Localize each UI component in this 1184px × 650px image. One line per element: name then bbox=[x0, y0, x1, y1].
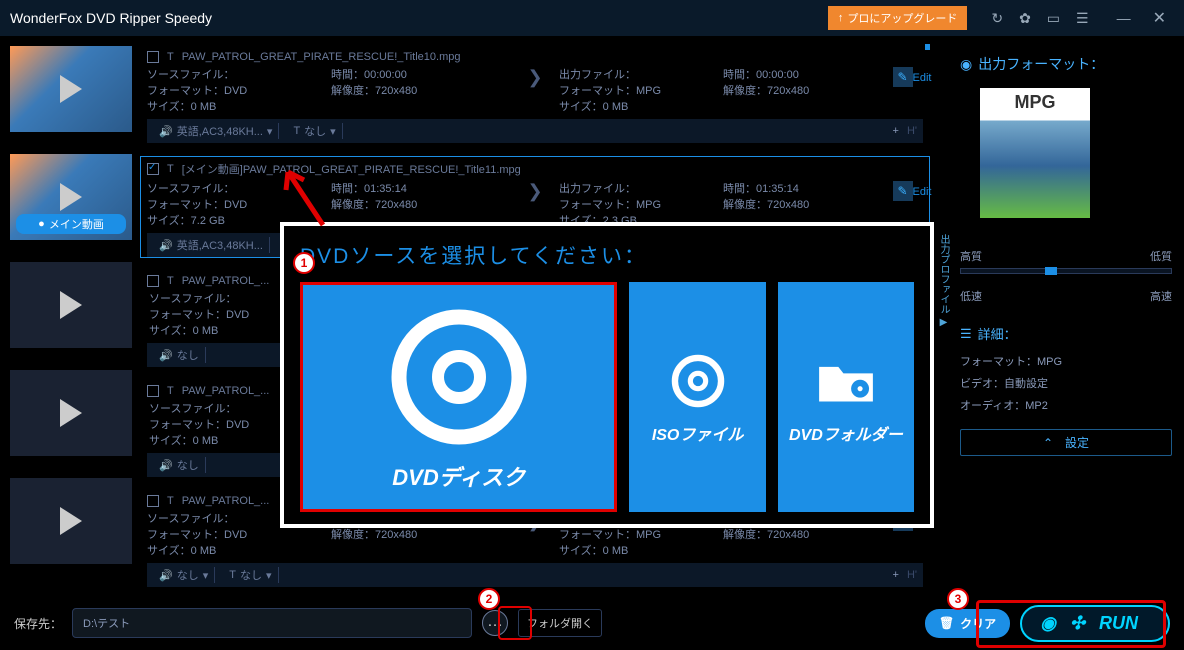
item-title: PAW_PATROL_GREAT_PIRATE_RESCUE!_Title10.… bbox=[182, 51, 461, 63]
subtitle-dropdown[interactable]: T なし ▾ bbox=[287, 123, 342, 139]
settings-button[interactable]: ⌃ 設定 bbox=[960, 429, 1172, 456]
dvd-disc-button[interactable]: DVDディスク bbox=[300, 282, 617, 512]
run-label: RUN bbox=[1099, 613, 1138, 634]
upgrade-label: プロにアップグレード bbox=[847, 10, 957, 26]
item-title: PAW_PATROL_... bbox=[182, 495, 270, 507]
thumb-2[interactable] bbox=[10, 262, 132, 348]
text-icon: T bbox=[167, 51, 174, 63]
audio-dropdown[interactable]: 🔊 なし ▾ bbox=[153, 567, 215, 583]
folder-icon bbox=[814, 349, 878, 413]
output-format-heading: ◉ 出力フォーマット： bbox=[960, 54, 1172, 74]
detail-video: ビデオ：自動設定 bbox=[960, 375, 1172, 391]
source-meta: 時間：00:00:00 解像度：720x480 bbox=[331, 67, 511, 99]
subtitle-icon[interactable]: ▭ bbox=[1047, 10, 1060, 27]
callout-2: 2 bbox=[478, 588, 500, 610]
iso-file-button[interactable]: ISOファイル bbox=[629, 282, 765, 512]
slider-knob[interactable] bbox=[1045, 267, 1057, 275]
quality-slider[interactable] bbox=[960, 268, 1172, 274]
thumb-column: ● メイン動画 bbox=[0, 36, 140, 596]
output-format-button[interactable]: MPG bbox=[980, 88, 1090, 218]
checkbox[interactable] bbox=[147, 385, 159, 397]
thumb-0[interactable] bbox=[10, 46, 132, 132]
thumb-1[interactable]: ● メイン動画 bbox=[10, 154, 132, 240]
trash-icon: 🗑 bbox=[939, 616, 954, 630]
callout-1: 1 bbox=[293, 252, 315, 274]
checkbox[interactable] bbox=[147, 163, 159, 175]
output-meta: 時間：01:35:14 解像度：720x480 bbox=[723, 181, 883, 213]
detail-audio: オーディオ：MP2 bbox=[960, 397, 1172, 413]
add-subtitle-button[interactable]: + bbox=[893, 125, 899, 137]
text-icon: T bbox=[167, 385, 174, 397]
bottom-bar: 保存先： D:\テスト … フォルダ開く 🗑クリア ◉ ✣ RUN bbox=[0, 596, 1184, 650]
detail-format: フォーマット：MPG bbox=[960, 353, 1172, 369]
checkbox[interactable] bbox=[147, 495, 159, 507]
arrow-up-icon: ↑ bbox=[838, 12, 844, 24]
audio-dropdown[interactable]: 🔊 英語,AC3,48KH... bbox=[153, 237, 270, 253]
output-path-field[interactable]: D:\テスト bbox=[72, 608, 472, 638]
list-icon: ☰ bbox=[960, 326, 972, 342]
play-icon bbox=[60, 291, 82, 319]
clear-button[interactable]: 🗑クリア bbox=[925, 609, 1010, 638]
audio-dropdown[interactable]: 🔊 なし bbox=[153, 347, 206, 363]
subtitle-dropdown[interactable]: T なし ▾ bbox=[223, 567, 278, 583]
quality-labels: 高質低質 bbox=[960, 248, 1172, 264]
disc-icon: ◉ bbox=[960, 56, 972, 73]
browse-button[interactable]: … bbox=[482, 610, 508, 636]
app-title: WonderFox DVD Ripper Speedy bbox=[10, 10, 212, 26]
hw-icon: H' bbox=[907, 569, 917, 581]
close-icon[interactable]: ✕ bbox=[1153, 8, 1166, 28]
arrow-right-icon: ❯ bbox=[515, 181, 555, 202]
main-video-badge: ● メイン動画 bbox=[16, 214, 126, 234]
text-icon: T bbox=[167, 275, 174, 287]
list-item[interactable]: T PAW_PATROL_GREAT_PIRATE_RESCUE!_Title1… bbox=[140, 46, 930, 144]
item-title: [メイン動画]PAW_PATROL_GREAT_PIRATE_RESCUE!_T… bbox=[182, 161, 521, 177]
audio-dropdown[interactable]: 🔊 英語,AC3,48KH... ▾ bbox=[153, 123, 279, 139]
menu-icon[interactable]: ☰ bbox=[1076, 10, 1089, 27]
add-subtitle-button[interactable]: + bbox=[893, 569, 899, 581]
checkbox[interactable] bbox=[147, 51, 159, 63]
dvd-source-popup: DVDソースを選択してください： DVDディスク ISOファイル DVDフォルダ… bbox=[280, 222, 934, 528]
item-title: PAW_PATROL_... bbox=[182, 385, 270, 397]
checkbox[interactable] bbox=[147, 275, 159, 287]
details-heading: ☰詳細： bbox=[960, 324, 1172, 343]
play-icon bbox=[60, 507, 82, 535]
speed-labels: 低速高速 bbox=[960, 288, 1172, 304]
dvd-folder-button[interactable]: DVDフォルダー bbox=[778, 282, 914, 512]
output-info: 出力ファイル：フォーマット：MPGサイズ：0 MB bbox=[559, 67, 719, 115]
text-icon: T bbox=[167, 495, 174, 507]
thumb-4[interactable] bbox=[10, 478, 132, 564]
item-title: PAW_PATROL_... bbox=[182, 275, 270, 287]
format-tag: MPG bbox=[980, 92, 1090, 113]
arrow-right-icon: ❯ bbox=[515, 67, 555, 88]
play-icon bbox=[60, 75, 82, 103]
play-icon bbox=[60, 183, 82, 211]
disc-icon bbox=[384, 302, 534, 452]
thumb-3[interactable] bbox=[10, 370, 132, 456]
upgrade-button[interactable]: ↑ プロにアップグレード bbox=[828, 6, 968, 30]
settings-gear-icon[interactable]: ✿ bbox=[1019, 10, 1031, 27]
refresh-icon[interactable]: ↻ bbox=[991, 10, 1003, 27]
disc-icon: ◉ bbox=[1040, 613, 1056, 634]
disc-icon bbox=[666, 349, 730, 413]
title-bar: WonderFox DVD Ripper Speedy ↑ プロにアップグレード… bbox=[0, 0, 1184, 36]
save-label: 保存先： bbox=[14, 615, 62, 632]
source-meta: 時間：01:35:14 解像度：720x480 bbox=[331, 181, 511, 213]
popup-title: DVDソースを選択してください： bbox=[300, 240, 914, 270]
open-folder-button[interactable]: フォルダ開く bbox=[518, 609, 602, 637]
output-meta: 時間：00:00:00 解像度：720x480 bbox=[723, 67, 883, 99]
minimize-icon[interactable]: — bbox=[1117, 10, 1131, 26]
play-icon bbox=[60, 399, 82, 427]
gear-icon: ✣ bbox=[1070, 613, 1085, 634]
text-icon: T bbox=[167, 163, 174, 175]
source-info: ソースファイル：フォーマット：DVDサイズ：0 MB bbox=[147, 67, 327, 115]
run-button[interactable]: ◉ ✣ RUN bbox=[1020, 605, 1170, 642]
audio-dropdown[interactable]: 🔊 なし bbox=[153, 457, 206, 473]
callout-3: 3 bbox=[947, 588, 969, 610]
hw-icon: H' bbox=[907, 125, 917, 137]
right-panel: 出力プロファイル ▶ ◉ 出力フォーマット： MPG 高質低質 低速高速 ☰詳細… bbox=[930, 36, 1184, 596]
